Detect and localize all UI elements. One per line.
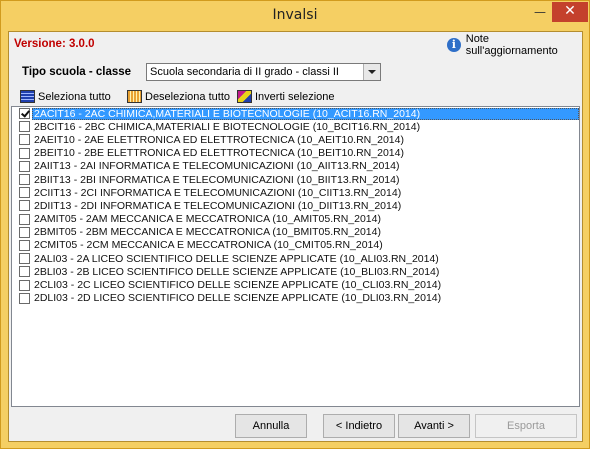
item-label: 2CMIT05 - 2CM MECCANICA E MECCATRONICA (… — [34, 239, 383, 252]
title-bar[interactable]: Invalsi — ✕ — [1, 1, 589, 31]
item-checkbox[interactable] — [19, 200, 30, 212]
deselect-all-label: Deseleziona tutto — [145, 90, 230, 103]
item-checkbox[interactable] — [19, 174, 30, 186]
dialog-content: Versione: 3.0.0 i Note sull'aggiornament… — [8, 31, 583, 442]
invert-selection-icon — [237, 90, 252, 103]
item-label: 2ACIT16 - 2AC CHIMICA,MATERIALI E BIOTEC… — [32, 107, 579, 120]
chevron-down-icon[interactable] — [363, 64, 380, 80]
item-checkbox[interactable] — [19, 108, 30, 120]
dialog-window: Invalsi — ✕ Versione: 3.0.0 i Note sull'… — [0, 0, 590, 449]
list-item[interactable]: 2AEIT10 - 2AE ELETTRONICA ED ELETTROTECN… — [12, 133, 579, 146]
item-label: 2DIIT13 - 2DI INFORMATICA E TELECOMUNICA… — [34, 199, 402, 212]
deselect-all-icon — [127, 90, 142, 103]
list-item[interactable]: 2BEIT10 - 2BE ELETTRONICA ED ELETTROTECN… — [12, 147, 579, 160]
cancel-button[interactable]: Annulla — [235, 414, 307, 438]
item-checkbox[interactable] — [19, 292, 30, 304]
school-type-value: Scuola secondaria di II grado - classi I… — [150, 66, 339, 78]
list-item[interactable]: 2DLI03 - 2D LICEO SCIENTIFICO DELLE SCIE… — [12, 292, 579, 305]
item-checkbox[interactable] — [19, 121, 30, 133]
export-button[interactable]: Esporta — [475, 414, 577, 438]
item-label: 2AIIT13 - 2AI INFORMATICA E TELECOMUNICA… — [34, 160, 400, 173]
list-item[interactable]: 2CLI03 - 2C LICEO SCIENTIFICO DELLE SCIE… — [12, 278, 579, 291]
list-item[interactable]: 2CIIT13 - 2CI INFORMATICA E TELECOMUNICA… — [12, 186, 579, 199]
info-icon: i — [447, 38, 461, 52]
deselect-all-button[interactable]: Deseleziona tutto — [127, 89, 230, 104]
item-label: 2AMIT05 - 2AM MECCANICA E MECCATRONICA (… — [34, 213, 381, 226]
item-label: 2CLI03 - 2C LICEO SCIENTIFICO DELLE SCIE… — [34, 279, 442, 292]
list-item[interactable]: 2DIIT13 - 2DI INFORMATICA E TELECOMUNICA… — [12, 199, 579, 212]
update-notes-link[interactable]: i Note sull'aggiornamento — [447, 33, 582, 57]
item-checkbox[interactable] — [19, 279, 30, 291]
invert-selection-button[interactable]: Inverti selezione — [237, 89, 335, 104]
list-item[interactable]: 2AMIT05 - 2AM MECCANICA E MECCATRONICA (… — [12, 213, 579, 226]
select-all-label: Seleziona tutto — [38, 90, 111, 103]
school-type-label: Tipo scuola - classe — [22, 66, 132, 78]
select-all-button[interactable]: Seleziona tutto — [20, 89, 111, 104]
item-checkbox[interactable] — [19, 226, 30, 238]
back-button[interactable]: < Indietro — [323, 414, 395, 438]
invert-selection-label: Inverti selezione — [255, 90, 335, 103]
item-label: 2ALI03 - 2A LICEO SCIENTIFICO DELLE SCIE… — [34, 252, 439, 265]
close-button[interactable]: ✕ — [552, 2, 588, 22]
window-title: Invalsi — [272, 7, 318, 23]
item-checkbox[interactable] — [19, 253, 30, 265]
item-label: 2AEIT10 - 2AE ELETTRONICA ED ELETTROTECN… — [34, 133, 404, 146]
item-label: 2BEIT10 - 2BE ELETTRONICA ED ELETTROTECN… — [34, 147, 404, 160]
item-checkbox[interactable] — [19, 147, 30, 159]
item-checkbox[interactable] — [19, 160, 30, 172]
item-label: 2BCIT16 - 2BC CHIMICA,MATERIALI E BIOTEC… — [34, 120, 421, 133]
list-item[interactable]: 2BMIT05 - 2BM MECCANICA E MECCATRONICA (… — [12, 226, 579, 239]
version-label: Versione: 3.0.0 — [14, 38, 95, 50]
item-checkbox[interactable] — [19, 187, 30, 199]
minimize-button[interactable]: — — [526, 2, 554, 22]
list-item[interactable]: 2ACIT16 - 2AC CHIMICA,MATERIALI E BIOTEC… — [12, 107, 579, 120]
select-all-icon — [20, 90, 35, 103]
class-checklist[interactable]: 2ACIT16 - 2AC CHIMICA,MATERIALI E BIOTEC… — [11, 106, 580, 407]
item-checkbox[interactable] — [19, 266, 30, 278]
item-checkbox[interactable] — [19, 239, 30, 251]
list-item[interactable]: 2AIIT13 - 2AI INFORMATICA E TELECOMUNICA… — [12, 160, 579, 173]
list-item[interactable]: 2BCIT16 - 2BC CHIMICA,MATERIALI E BIOTEC… — [12, 120, 579, 133]
item-label: 2BLI03 - 2B LICEO SCIENTIFICO DELLE SCIE… — [34, 265, 440, 278]
item-label: 2CIIT13 - 2CI INFORMATICA E TELECOMUNICA… — [34, 186, 402, 199]
list-item[interactable]: 2CMIT05 - 2CM MECCANICA E MECCATRONICA (… — [12, 239, 579, 252]
item-label: 2BMIT05 - 2BM MECCANICA E MECCATRONICA (… — [34, 226, 381, 239]
list-item[interactable]: 2BIIT13 - 2BI INFORMATICA E TELECOMUNICA… — [12, 173, 579, 186]
list-item[interactable]: 2ALI03 - 2A LICEO SCIENTIFICO DELLE SCIE… — [12, 252, 579, 265]
list-item[interactable]: 2BLI03 - 2B LICEO SCIENTIFICO DELLE SCIE… — [12, 265, 579, 278]
item-label: 2DLI03 - 2D LICEO SCIENTIFICO DELLE SCIE… — [34, 292, 442, 305]
next-button[interactable]: Avanti > — [398, 414, 470, 438]
update-notes-label: Note sull'aggiornamento — [465, 33, 558, 57]
school-type-select[interactable]: Scuola secondaria di II grado - classi I… — [146, 63, 381, 81]
item-checkbox[interactable] — [19, 134, 30, 146]
item-checkbox[interactable] — [19, 213, 30, 225]
item-label: 2BIIT13 - 2BI INFORMATICA E TELECOMUNICA… — [34, 173, 400, 186]
